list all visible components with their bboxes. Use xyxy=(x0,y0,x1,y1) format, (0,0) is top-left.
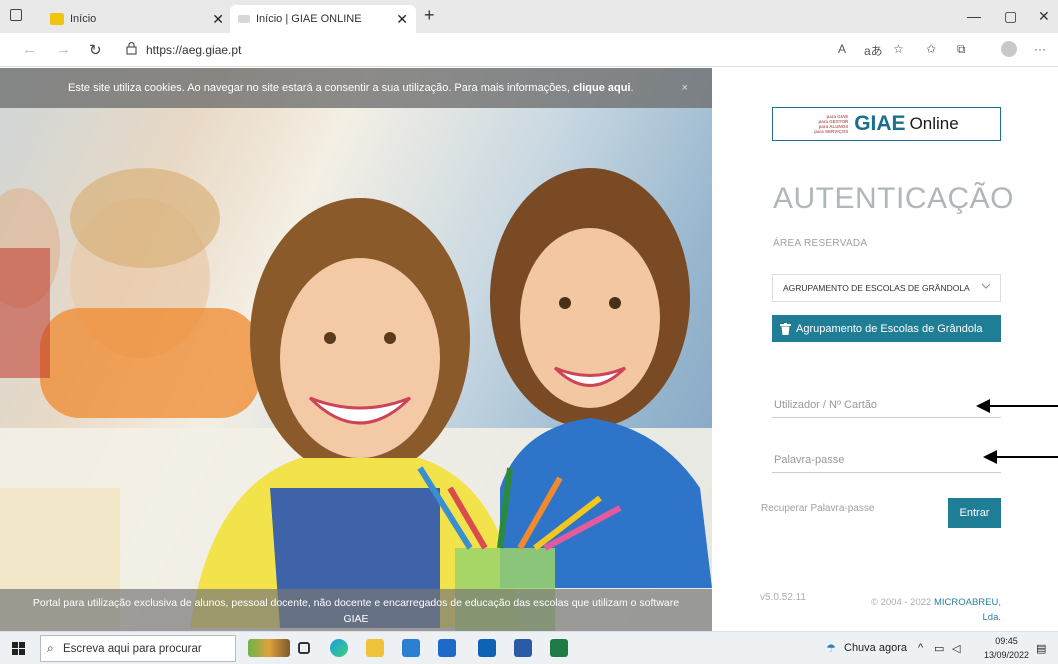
giae-favicon-icon xyxy=(238,15,250,23)
back-icon[interactable]: ← xyxy=(22,41,37,58)
weather-icon[interactable]: ☂ xyxy=(826,642,836,655)
company-suffix: Lda. xyxy=(982,612,1002,623)
page-title: AUTENTICAÇÃO xyxy=(773,182,1015,215)
company-link[interactable]: MICROABREU, xyxy=(934,597,1001,608)
taskbar-search-placeholder: Escreva aqui para procurar xyxy=(63,642,202,655)
excel-icon[interactable] xyxy=(550,639,568,657)
cookie-close-icon[interactable]: × xyxy=(682,82,688,94)
version-label: v5.0.52.11 xyxy=(760,592,806,603)
task-view-icon[interactable] xyxy=(298,642,310,654)
browser-tab-bar: Início ✕ Início | GIAE ONLINE ✕ + — ▢ ✕ xyxy=(0,0,1058,33)
close-window-icon[interactable]: ✕ xyxy=(1038,8,1050,25)
restore-icon[interactable]: ▢ xyxy=(1004,8,1017,25)
tab-actions-icon[interactable] xyxy=(10,9,22,21)
collections-icon[interactable]: ⧉ xyxy=(957,42,966,57)
notifications-icon[interactable]: ▤ xyxy=(1036,642,1046,655)
username-field[interactable] xyxy=(772,392,1001,418)
giae-online-logo: para GIAE para GESTOR para ALUNOS para S… xyxy=(772,107,1001,141)
logo-brand: GIAE xyxy=(854,112,906,135)
chevron-down-icon xyxy=(982,283,990,289)
store-icon[interactable] xyxy=(402,639,420,657)
tab-title: Início | GIAE ONLINE xyxy=(256,13,362,25)
profile-avatar[interactable] xyxy=(1001,41,1017,57)
weather-label[interactable]: Chuva agora xyxy=(844,642,907,654)
school-select[interactable]: AGRUPAMENTO DE ESCOLAS DE GRÂNDOLA xyxy=(772,274,1001,302)
new-tab-button[interactable]: + xyxy=(424,5,435,26)
more-menu-icon[interactable]: ··· xyxy=(1034,42,1046,56)
favorite-star-icon[interactable]: ☆ xyxy=(893,42,904,56)
refresh-icon[interactable]: ↻ xyxy=(89,41,102,59)
school-select-value: AGRUPAMENTO DE ESCOLAS DE GRÂNDOLA xyxy=(783,283,970,293)
close-tab-icon[interactable]: ✕ xyxy=(396,11,408,28)
trash-icon xyxy=(780,322,791,335)
area-label: ÁREA RESERVADA xyxy=(773,238,868,249)
tab-inicio[interactable]: Início ✕ xyxy=(42,5,232,33)
mail-icon[interactable] xyxy=(438,639,456,657)
tab-title: Início xyxy=(70,13,97,25)
school-button[interactable]: Agrupamento de Escolas de Grândola xyxy=(772,315,1001,342)
hero-photo xyxy=(0,68,712,631)
forward-icon[interactable]: → xyxy=(56,41,71,58)
word-icon[interactable] xyxy=(514,639,532,657)
enter-button[interactable]: Entrar xyxy=(948,498,1001,528)
windows-start-icon[interactable] xyxy=(12,642,25,655)
network-icon[interactable]: ▭ xyxy=(934,642,944,655)
taskbar-search[interactable]: ⌕ Escreva aqui para procurar xyxy=(40,635,236,662)
translate-icon[interactable]: aあ xyxy=(864,42,883,59)
close-tab-icon[interactable]: ✕ xyxy=(212,11,224,28)
lock-icon xyxy=(126,42,137,55)
tray-chevron-icon[interactable]: ^ xyxy=(918,642,923,654)
arrow-annotation-username xyxy=(976,399,1058,413)
copyright: © 2004 - 2022 MICROABREU, Lda. xyxy=(870,597,1002,623)
favorites-icon[interactable]: ✩ xyxy=(926,42,936,56)
windows-taskbar: ⌕ Escreva aqui para procurar ☂ Chuva ago… xyxy=(0,631,1058,664)
edge-icon[interactable] xyxy=(330,639,348,657)
address-bar: ← → ↻ https://aeg.giae.pt A aあ ☆ ✩ ⧉ ··· xyxy=(0,33,1058,67)
cookie-link[interactable]: clique aqui xyxy=(573,82,630,94)
login-panel xyxy=(712,68,1058,631)
minimize-icon[interactable]: — xyxy=(967,8,981,24)
widgets-image-icon[interactable] xyxy=(248,639,290,657)
volume-icon[interactable]: ◁ xyxy=(952,642,960,655)
password-field[interactable] xyxy=(772,447,1001,473)
file-explorer-icon[interactable] xyxy=(366,639,384,657)
logo-suffix: Online xyxy=(909,114,959,133)
read-aloud-icon[interactable]: A xyxy=(838,42,846,56)
taskbar-clock[interactable]: 09:45 13/09/2022 xyxy=(984,634,1029,662)
url-field[interactable]: https://aeg.giae.pt xyxy=(146,43,241,57)
school-button-label: Agrupamento de Escolas de Grândola xyxy=(796,322,983,335)
cookie-banner: Este site utiliza cookies. Ao navegar no… xyxy=(0,68,712,108)
recover-password-link[interactable]: Recuperar Palavra-passe xyxy=(761,503,874,514)
arrow-annotation-password xyxy=(983,450,1058,464)
cookie-text: Este site utiliza cookies. Ao navegar no… xyxy=(68,82,570,94)
search-icon: ⌕ xyxy=(47,641,54,655)
tab-giae-online[interactable]: Início | GIAE ONLINE ✕ xyxy=(230,5,416,33)
yellow-favicon-icon xyxy=(50,13,64,25)
children-photo-illustration xyxy=(0,168,712,631)
logo-tagline: para GIAE para GESTOR para ALUNOS para S… xyxy=(814,114,849,134)
outlook-icon[interactable] xyxy=(478,639,496,657)
portal-usage-note: Portal para utilização exclusiva de alun… xyxy=(0,589,712,631)
